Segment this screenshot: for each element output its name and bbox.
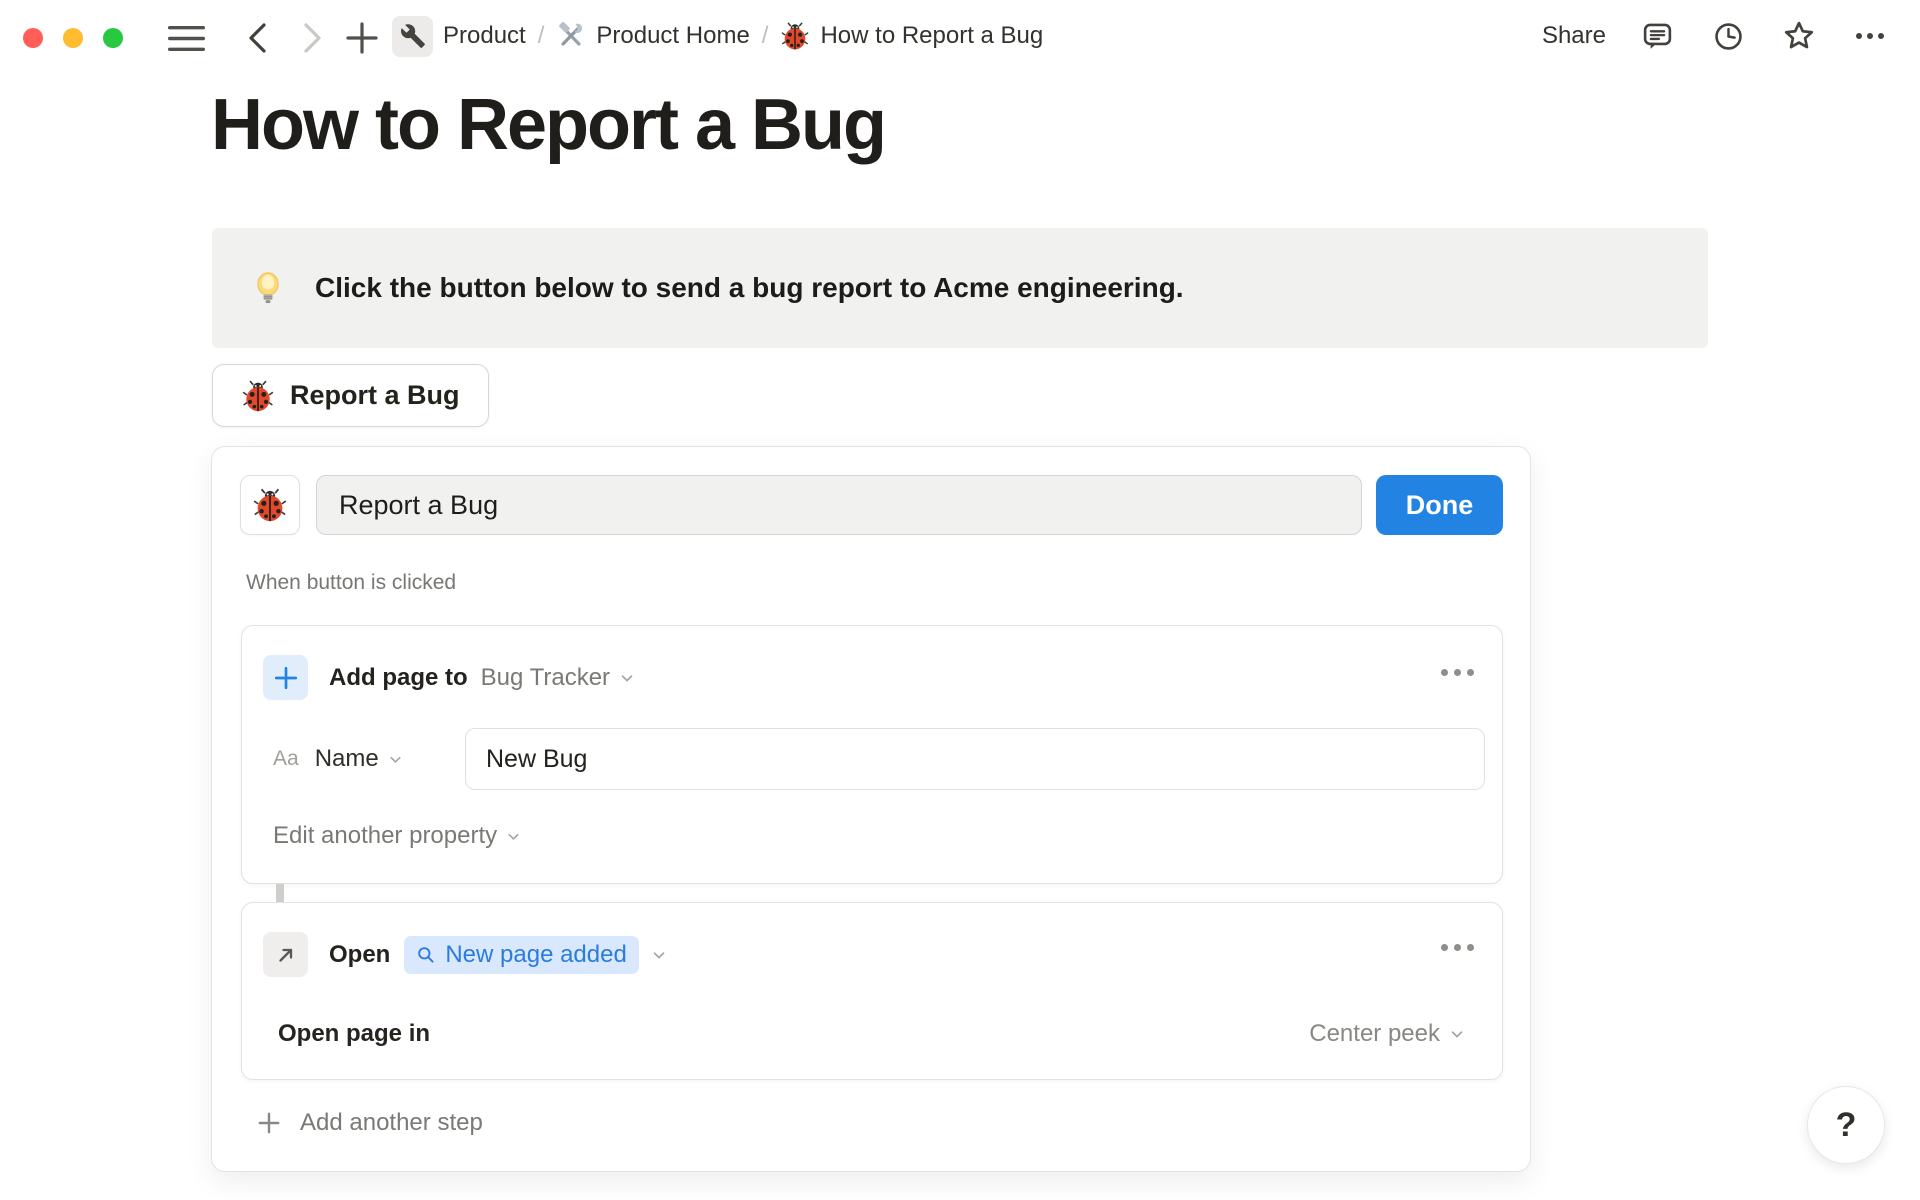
- new-page-button[interactable]: [342, 18, 382, 58]
- chevron-down-icon[interactable]: [618, 669, 636, 687]
- ladybug-icon: [253, 488, 287, 522]
- add-another-step-label: Add another step: [300, 1109, 483, 1136]
- step-connector: [276, 884, 284, 904]
- plus-icon: [346, 22, 378, 54]
- topbar-actions: Share: [1542, 0, 1890, 72]
- favorite-button[interactable]: [1779, 16, 1819, 56]
- search-icon: [418, 946, 434, 963]
- trigger-label: When button is clicked: [246, 571, 457, 594]
- step-card-open-page: Open New page added Open page in Center …: [241, 902, 1503, 1080]
- edit-another-property-label: Edit another property: [273, 822, 498, 849]
- nav-forward-button[interactable]: [292, 18, 332, 58]
- page-title: How to Report a Bug: [211, 85, 887, 165]
- plus-icon: [258, 1112, 280, 1134]
- share-button[interactable]: Share: [1542, 22, 1606, 50]
- comment-icon: [1643, 23, 1671, 49]
- add-page-icon-box: [263, 655, 308, 700]
- step-card-add-page: Add page to Bug Tracker Aa Name Edit ano…: [241, 625, 1503, 884]
- window-titlebar: Product / Product Home / How to Report a…: [0, 0, 1920, 72]
- property-row: Aa Name: [273, 728, 404, 790]
- step-head: Open New page added: [263, 932, 668, 977]
- callout-block: Click the button below to send a bug rep…: [212, 228, 1708, 348]
- light-bulb-icon: [257, 272, 279, 304]
- step-more-options-button[interactable]: [1441, 944, 1474, 951]
- hammer-wrench-icon: [559, 21, 583, 46]
- breadcrumb-product-home-label[interactable]: Product Home: [596, 22, 749, 50]
- hamburger-icon: [167, 25, 205, 51]
- breadcrumb-product-label[interactable]: Product: [443, 22, 526, 50]
- updates-history-button[interactable]: [1708, 16, 1748, 56]
- open-target-label: New page added: [445, 940, 627, 968]
- clock-icon: [1714, 22, 1742, 50]
- ladybug-icon: [781, 22, 810, 50]
- button-editor-panel: Done When button is clicked Add page to …: [211, 446, 1531, 1172]
- breadcrumb-separator: /: [761, 22, 769, 49]
- add-another-step-button[interactable]: Add another step: [256, 1109, 483, 1137]
- ladybug-icon: [242, 380, 274, 411]
- step-more-options-button[interactable]: [1441, 669, 1474, 676]
- text-property-type-icon: Aa: [273, 747, 299, 770]
- nav-back-button[interactable]: [238, 18, 278, 58]
- wrench-icon: [400, 24, 425, 48]
- report-a-bug-button[interactable]: Report a Bug: [212, 364, 489, 427]
- open-mode-dropdown[interactable]: Center peek: [1309, 1020, 1466, 1048]
- chevron-down-icon: [505, 828, 522, 845]
- zoom-window-button[interactable]: [103, 28, 123, 48]
- question-mark-icon: ?: [1835, 1105, 1857, 1144]
- help-button[interactable]: ?: [1807, 1086, 1885, 1164]
- add-page-target-dropdown[interactable]: Bug Tracker: [481, 664, 610, 692]
- callout-text: Click the button below to send a bug rep…: [315, 272, 1184, 303]
- minimize-window-button[interactable]: [63, 28, 83, 48]
- chevron-right-icon: [304, 23, 321, 53]
- open-page-in-row: Open page in Center peek: [278, 1011, 1466, 1057]
- breadcrumb: Product / Product Home / How to Report a…: [392, 0, 1043, 72]
- open-action-label: Open: [329, 940, 391, 968]
- button-icon-picker[interactable]: [240, 475, 300, 535]
- chevron-down-icon[interactable]: [650, 946, 668, 964]
- comments-button[interactable]: [1637, 16, 1677, 56]
- button-name-input[interactable]: [316, 475, 1362, 535]
- edit-another-property-button[interactable]: Edit another property: [273, 822, 522, 850]
- add-page-action-label: Add page to: [329, 663, 468, 691]
- open-mode-value: Center peek: [1309, 1020, 1440, 1047]
- arrow-up-right-icon: [278, 948, 292, 962]
- property-name-dropdown[interactable]: Name: [315, 745, 379, 773]
- sidebar-menu-button[interactable]: [166, 18, 206, 58]
- breadcrumb-separator: /: [537, 22, 545, 49]
- ellipsis-icon: [1856, 33, 1884, 39]
- property-value-input[interactable]: [465, 728, 1485, 790]
- star-icon: [1784, 21, 1814, 49]
- open-target-chip[interactable]: New page added: [404, 935, 639, 974]
- chevron-down-icon: [1448, 1025, 1466, 1043]
- more-options-button[interactable]: [1850, 16, 1890, 56]
- plus-icon: [274, 666, 297, 689]
- close-window-button[interactable]: [23, 28, 43, 48]
- open-page-icon-box: [263, 932, 308, 977]
- chevron-left-icon: [249, 23, 266, 53]
- open-page-in-label: Open page in: [278, 1020, 431, 1047]
- chevron-down-icon[interactable]: [387, 751, 404, 768]
- breadcrumb-current-page-label[interactable]: How to Report a Bug: [820, 22, 1043, 50]
- step-head: Add page to Bug Tracker: [263, 655, 636, 700]
- done-button[interactable]: Done: [1376, 475, 1503, 535]
- report-a-bug-button-label: Report a Bug: [290, 380, 460, 410]
- breadcrumb-product[interactable]: [392, 15, 433, 57]
